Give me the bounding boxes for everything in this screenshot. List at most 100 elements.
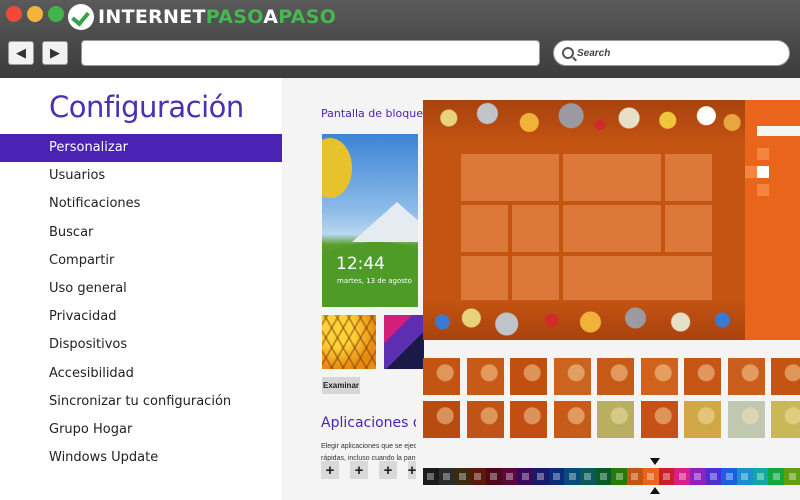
settings-menu: Personalizar Usuarios Notificaciones Bus… [0,134,282,472]
background-pattern-tile[interactable] [640,358,678,395]
menu-item-privacidad[interactable]: Privacidad [0,303,282,331]
side-panel-square [757,184,769,196]
lock-screen-preview: 12:44 martes, 13 de agosto [322,134,418,307]
color-swatch[interactable] [470,468,486,485]
floral-pattern-top [423,100,745,145]
forward-button[interactable]: ▶ [42,41,68,65]
logo-mid: A [263,6,279,28]
settings-sidebar: Configuración Personalizar Usuarios Noti… [0,78,282,500]
logo-accent: PASO [205,6,264,28]
color-swatch[interactable] [438,468,455,485]
search-placeholder: Search [577,47,611,59]
menu-item-notificaciones[interactable]: Notificaciones [0,190,282,218]
color-swatch[interactable] [548,468,565,485]
search-input[interactable]: Search [553,40,790,66]
color-slider[interactable] [423,468,800,485]
menu-item-windows-update[interactable]: Windows Update [0,444,282,472]
color-swatch[interactable] [423,468,439,485]
color-swatch[interactable] [611,468,628,485]
background-pattern-tile[interactable] [771,358,800,395]
color-swatch[interactable] [580,468,596,485]
plus-icon: + [408,461,416,479]
menu-item-dispositivos[interactable]: Dispositivos [0,331,282,359]
color-swatch[interactable] [705,468,722,485]
preview-tile [512,256,559,303]
preview-hill-shape [322,242,418,307]
background-pattern-tile[interactable] [771,401,800,438]
color-swatch[interactable] [564,468,581,485]
color-swatch[interactable] [721,468,738,485]
background-pattern-tile[interactable] [640,401,678,438]
lock-apps-description-line-1: Elegir aplicaciones que se ejecuten [321,443,416,450]
background-pattern-tile[interactable] [423,401,460,438]
menu-item-uso-general[interactable]: Uso general [0,275,282,303]
add-app-button-1[interactable]: + [321,461,339,479]
color-swatch[interactable] [689,468,706,485]
preview-tile [563,205,661,252]
color-swatch[interactable] [595,468,612,485]
background-pattern-tile[interactable] [597,401,634,438]
logo-text: INTERNETPASOAPASO [98,6,336,28]
add-app-button-2[interactable]: + [350,461,368,479]
lock-image-honeycomb[interactable] [322,315,376,369]
color-swatch[interactable] [784,468,800,485]
background-pattern-tile[interactable] [727,401,765,438]
side-panel-square [757,148,769,160]
search-icon [562,47,574,59]
preview-tile [512,205,559,252]
page-title: Configuración [49,90,244,124]
logo-suffix: PASO [278,6,337,28]
background-pattern-tile[interactable] [553,358,591,395]
back-button[interactable]: ◀ [8,41,34,65]
background-pattern-tile[interactable] [466,401,504,438]
background-pattern-tile[interactable] [553,401,591,438]
preview-tile [563,256,712,303]
color-swatch[interactable] [627,468,643,485]
add-app-button-4[interactable]: + [408,461,416,479]
floral-pattern-bottom [423,300,745,340]
logo-prefix: INTERNET [98,6,206,28]
menu-item-grupo-hogar[interactable]: Grupo Hogar [0,416,282,444]
menu-item-accesibilidad[interactable]: Accesibilidad [0,360,282,388]
background-pattern-tile[interactable] [423,358,460,395]
back-arrow-icon: ◀ [16,45,26,60]
color-swatch[interactable] [768,468,785,485]
background-pattern-tile[interactable] [684,358,721,395]
slider-handle-top-icon[interactable] [650,458,660,465]
forward-arrow-icon: ▶ [50,45,60,60]
close-window-button[interactable] [6,6,22,22]
background-pattern-tile[interactable] [727,358,765,395]
background-pattern-tile[interactable] [510,358,547,395]
color-swatch[interactable] [642,468,659,485]
background-pattern-tile[interactable] [510,401,547,438]
start-screen-preview [423,100,745,340]
side-panel-square [745,166,757,178]
menu-item-compartir[interactable]: Compartir [0,247,282,275]
color-swatch[interactable] [674,468,690,485]
title-bar: INTERNETPASOAPASO [0,0,800,34]
background-pattern-tile[interactable] [684,401,721,438]
add-app-button-3[interactable]: + [379,461,397,479]
maximize-window-button[interactable] [48,6,64,22]
browse-button[interactable]: Examinar [322,377,360,394]
minimize-window-button[interactable] [27,6,43,22]
background-pattern-tile[interactable] [597,358,634,395]
color-swatch[interactable] [501,468,518,485]
background-pattern-tile[interactable] [466,358,504,395]
menu-item-sincronizar[interactable]: Sincronizar tu configuración [0,388,282,416]
menu-item-personalizar[interactable]: Personalizar [0,134,282,163]
color-swatch[interactable] [517,468,533,485]
color-swatch[interactable] [737,468,753,485]
menu-item-usuarios[interactable]: Usuarios [0,162,282,190]
preview-tile [461,205,508,252]
menu-item-buscar[interactable]: Buscar [0,219,282,247]
color-swatch[interactable] [658,468,675,485]
address-bar[interactable] [81,40,540,66]
color-swatch[interactable] [532,468,549,485]
color-swatch[interactable] [485,468,502,485]
lock-image-abstract[interactable] [384,315,424,369]
lock-time: 12:44 [336,254,385,274]
color-swatch[interactable] [752,468,769,485]
slider-handle-bottom-icon[interactable] [650,487,660,494]
color-swatch[interactable] [454,468,471,485]
